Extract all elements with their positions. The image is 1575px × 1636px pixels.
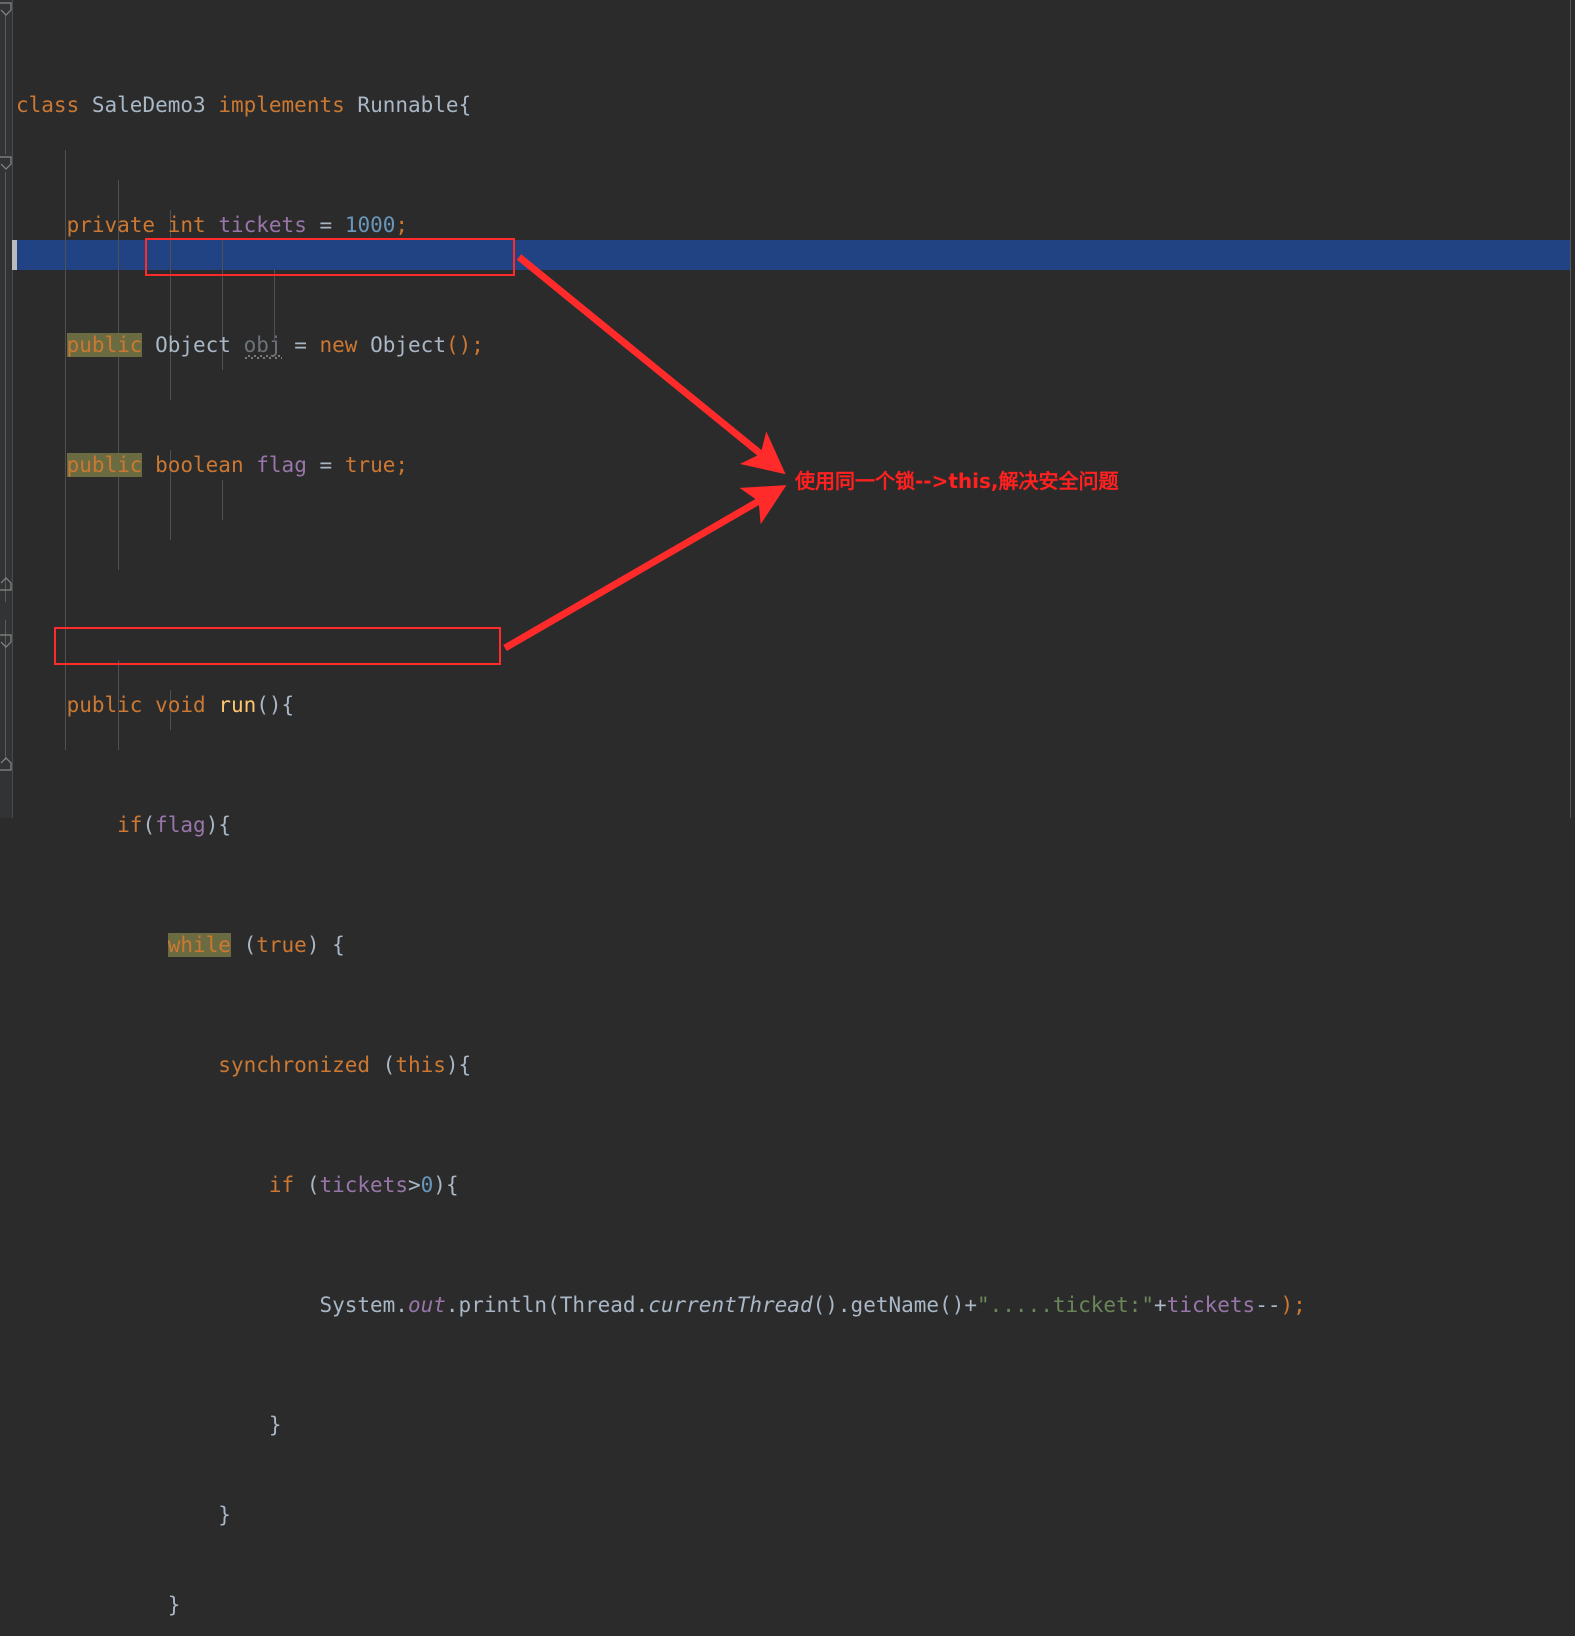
code-line-3[interactable]: public Object obj = new Object(); [0, 330, 1575, 360]
token-class-ref: System [319, 1293, 396, 1317]
code-line-7[interactable]: if(flag){ [0, 810, 1575, 840]
token-brace: { [458, 93, 472, 117]
code-text[interactable]: class SaleDemo3 implements Runnable{ pri… [0, 0, 1575, 1617]
token-field: tickets [1166, 1293, 1256, 1317]
token-constructor: Object [370, 333, 446, 357]
token-number: 1000 [344, 213, 396, 237]
token-space: ( [294, 1173, 320, 1197]
token-keyword: public [66, 453, 143, 477]
token-keyword: if [117, 813, 143, 837]
token-interface: Runnable [357, 93, 459, 117]
token-method-name: run [218, 693, 257, 717]
token-tail: ); [1280, 1293, 1306, 1317]
token-operator: = [294, 333, 307, 357]
code-line-6[interactable]: public void run(){ [0, 690, 1575, 720]
token-field: tickets [218, 213, 307, 237]
token-keyword: boolean [155, 453, 244, 477]
token-keyword: public [66, 333, 143, 357]
code-line-14[interactable]: } [0, 1590, 1575, 1620]
token-keyword: class [16, 93, 80, 117]
token-space: ( [230, 933, 257, 957]
token-tail: ){ [205, 813, 231, 837]
code-line-2[interactable]: private int tickets = 1000; [0, 210, 1575, 240]
scrollbar-track[interactable] [1571, 0, 1575, 818]
code-line-9[interactable]: synchronized (this){ [0, 1050, 1575, 1080]
token-keyword: new [319, 333, 358, 357]
code-editor[interactable]: class SaleDemo3 implements Runnable{ pri… [0, 0, 1575, 1617]
token-semicolon: ; [395, 213, 409, 237]
token-field: flag [155, 813, 206, 837]
token-unused-var: obj [243, 333, 282, 357]
token-number: 0 [420, 1173, 434, 1197]
token-operator: = [319, 453, 333, 477]
token-semicolon: ; [395, 453, 409, 477]
token-space: ( [370, 1053, 396, 1077]
token-operator: = [319, 213, 333, 237]
token-static-field: out [407, 1293, 446, 1317]
token-tail: (){ [256, 693, 295, 717]
token-tail: ) { [306, 933, 345, 957]
token-tail: (); [445, 333, 484, 357]
code-line-1[interactable]: class SaleDemo3 implements Runnable{ [0, 90, 1575, 120]
token-class-name: SaleDemo3 [91, 93, 206, 117]
token-keyword: implements [218, 93, 345, 117]
code-line-10[interactable]: if (tickets>0){ [0, 1170, 1575, 1200]
token-keyword: int [167, 213, 206, 237]
token-type: Object [155, 333, 231, 357]
code-line-5-blank[interactable] [0, 570, 1575, 600]
code-line-13[interactable]: } [0, 1500, 1575, 1530]
code-line-11[interactable]: System.out.println(Thread.currentThread(… [0, 1290, 1575, 1320]
token-field: tickets [319, 1173, 408, 1197]
token-class-ref: Thread [559, 1293, 636, 1317]
token-keyword: this [395, 1053, 446, 1077]
token-tail: ){ [445, 1053, 472, 1077]
token-field: flag [256, 453, 307, 477]
token-keyword: private [66, 213, 156, 237]
token-method-call: getName [850, 1293, 940, 1317]
code-line-12[interactable]: } [0, 1410, 1575, 1440]
token-operator: > [407, 1173, 421, 1197]
code-line-8[interactable]: while (true) { [0, 930, 1575, 960]
token-method-call: println [458, 1293, 548, 1317]
token-string: ".....ticket:" [977, 1293, 1155, 1317]
token-keyword: if [268, 1173, 295, 1197]
token-keyword: true [344, 453, 396, 477]
token-keyword: true [256, 933, 307, 957]
token-tail: ){ [433, 1173, 459, 1197]
token-static-method: currentThread [648, 1293, 813, 1317]
code-line-4[interactable]: public boolean flag = true; [0, 450, 1575, 480]
token-paren: ( [142, 813, 156, 837]
token-keyword: synchronized [218, 1053, 371, 1077]
token-keyword: while [167, 933, 231, 957]
token-keyword: void [155, 693, 206, 717]
token-keyword: public [66, 693, 143, 717]
